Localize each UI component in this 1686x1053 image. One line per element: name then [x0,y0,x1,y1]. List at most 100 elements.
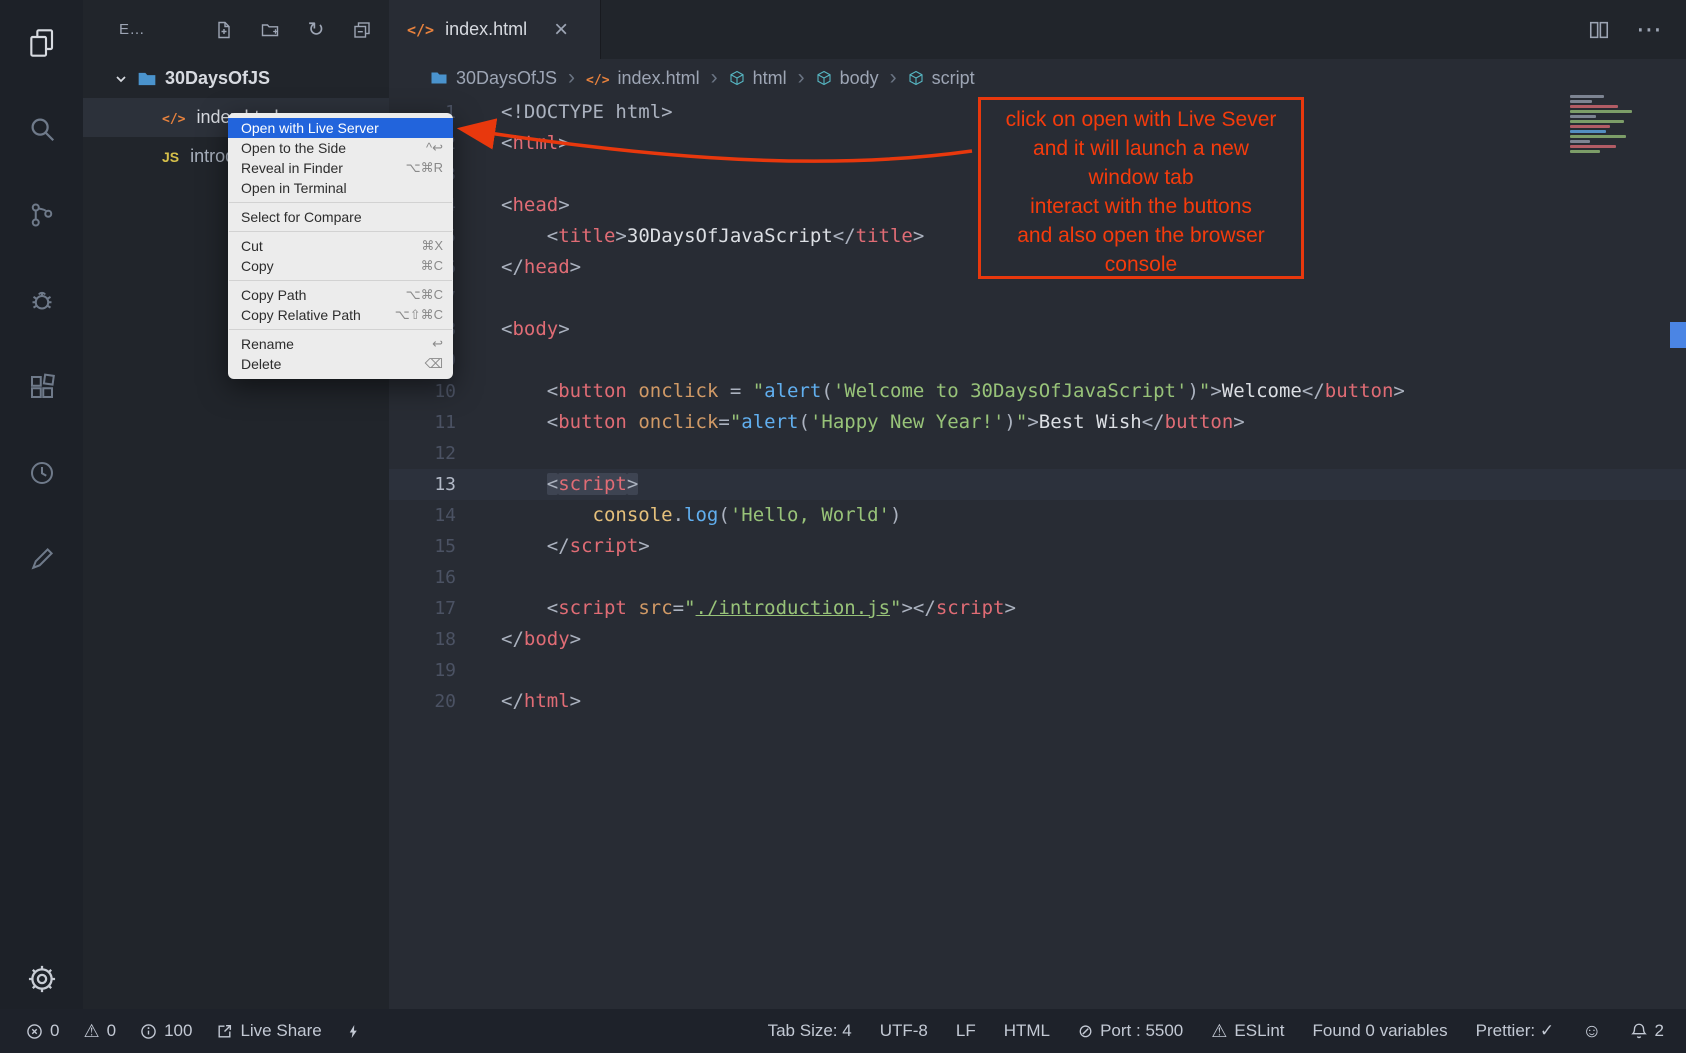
menu-item-open-in-terminal[interactable]: Open in Terminal [228,178,453,198]
breadcrumb-30daysofjs[interactable]: 30DaysOfJS [430,68,557,89]
scrollbar-marker[interactable] [1670,322,1686,348]
line-number: 15 [389,531,456,562]
new-file-icon[interactable] [213,19,235,41]
status-variables-label: Found 0 variables [1313,1021,1448,1041]
menu-item-label: Open to the Side [241,140,414,156]
line-number: 12 [389,438,456,469]
line-number: 13 [389,469,456,500]
new-folder-icon[interactable] [259,19,281,41]
menu-item-reveal-in-finder[interactable]: Reveal in Finder⌥⌘R [228,158,453,178]
cube-icon [908,70,924,86]
activity-explorer[interactable] [18,19,66,67]
activity-search[interactable] [18,105,66,153]
collapse-all-icon[interactable] [351,19,373,41]
code-line-19[interactable]: 19 [389,655,1686,686]
code-text [456,655,501,686]
settings-gear[interactable] [26,963,58,995]
activity-extensions[interactable] [18,363,66,411]
breadcrumb-script[interactable]: script [908,68,975,89]
menu-item-shortcut: ⌥⌘C [406,287,443,303]
refresh-icon[interactable]: ↻ [305,19,327,41]
status-port[interactable]: ⊘Port : 5500 [1078,1021,1183,1041]
code-line-8[interactable]: 8<body> [389,314,1686,345]
code-line-7[interactable]: 7 [389,283,1686,314]
line-number: 18 [389,624,456,655]
breadcrumb-html[interactable]: html [729,68,787,89]
menu-item-select-for-compare[interactable]: Select for Compare [228,207,453,227]
activity-debug[interactable] [18,277,66,325]
breadcrumb-separator: › [568,66,575,90]
status-warnings[interactable]: ⚠0 [83,1021,116,1041]
html-file-icon: </> [407,21,434,39]
activity-clock[interactable] [18,449,66,497]
status-bar-right: Tab Size: 4 UTF-8 LF HTML ⊘Port : 5500 ⚠ESLin… [768,1021,1664,1041]
menu-item-open-to-the-side[interactable]: Open to the Side^↩ [228,138,453,158]
tab-index-html[interactable]: </> index.html × [389,0,601,59]
status-encoding[interactable]: UTF-8 [880,1021,928,1041]
code-line-17[interactable]: 17 <script src="./introduction.js"></scr… [389,593,1686,624]
menu-item-shortcut: ⌫ [425,356,443,372]
menu-item-rename[interactable]: Rename↩ [228,334,453,354]
code-text: <html> [456,128,570,159]
warning-icon: ⚠ [83,1022,99,1040]
breadcrumb-body[interactable]: body [816,68,879,89]
code-text [456,345,501,376]
code-line-9[interactable]: 9 [389,345,1686,376]
status-errors[interactable]: 0 [26,1021,59,1041]
menu-item-cut[interactable]: Cut⌘X [228,236,453,256]
status-live-share[interactable]: Live Share [216,1021,321,1041]
menu-separator [229,202,452,203]
status-prettier[interactable]: Prettier: ✓ [1476,1021,1554,1041]
tab-bar: </> index.html × ⋯ [389,0,1686,59]
line-number: 14 [389,500,456,531]
activity-pen[interactable] [18,535,66,583]
code-line-15[interactable]: 15 </script> [389,531,1686,562]
status-lightning[interactable] [346,1023,361,1040]
menu-item-copy-relative-path[interactable]: Copy Relative Path⌥⇧⌘C [228,305,453,325]
status-variables[interactable]: Found 0 variables [1313,1021,1448,1041]
code-line-13[interactable]: 13 <script> [389,469,1686,500]
status-tab-size[interactable]: Tab Size: 4 [768,1021,852,1041]
menu-separator [229,280,452,281]
code-line-14[interactable]: 14 console.log('Hello, World') [389,500,1686,531]
minimap[interactable] [1570,95,1670,153]
activity-source-control[interactable] [18,191,66,239]
status-eol[interactable]: LF [956,1021,976,1041]
status-info[interactable]: 100 [140,1021,192,1041]
breadcrumb-index-html[interactable]: </>index.html [586,68,700,89]
status-feedback[interactable]: ☺ [1582,1022,1601,1041]
status-notifications[interactable]: 2 [1630,1021,1664,1041]
status-prettier-label: Prettier: ✓ [1476,1021,1554,1041]
tab-close-icon[interactable]: × [554,18,568,42]
code-line-11[interactable]: 11 <button onclick="alert('Happy New Yea… [389,407,1686,438]
breadcrumb-label: 30DaysOfJS [456,68,557,89]
menu-item-delete[interactable]: Delete ⌫ [228,354,453,374]
explorer-title: E… [119,21,145,38]
status-eslint[interactable]: ⚠ESLint [1211,1021,1284,1041]
minimap-line [1570,150,1600,153]
menu-item-copy-path[interactable]: Copy Path ⌥⌘C [228,285,453,305]
folder-icon [430,69,448,87]
status-language-mode[interactable]: HTML [1004,1021,1050,1041]
code-line-20[interactable]: 20</html> [389,686,1686,717]
code-line-12[interactable]: 12 [389,438,1686,469]
menu-item-label: Copy Path [241,287,394,303]
breadcrumb-label: html [753,68,787,89]
split-editor-icon[interactable] [1588,19,1610,41]
status-errors-label: 0 [50,1021,59,1041]
status-tab-size-label: Tab Size: 4 [768,1021,852,1041]
code-line-10[interactable]: 10 <button onclick = "alert('Welcome to … [389,376,1686,407]
code-line-18[interactable]: 18</body> [389,624,1686,655]
menu-item-label: Delete [241,356,413,372]
code-line-16[interactable]: 16 [389,562,1686,593]
tab-bar-spacer [601,0,1588,59]
menu-item-open-with-live-server[interactable]: Open with Live Server [228,118,453,138]
status-bar-left: 0 ⚠0 100 Live Share [26,1021,361,1041]
menu-item-copy[interactable]: Copy⌘C [228,256,453,276]
code-text: </html> [456,686,581,717]
extensions-icon [27,372,57,402]
folder-root-row[interactable]: 30DaysOfJS [83,59,389,98]
explorer-icon [26,27,58,59]
more-actions-icon[interactable]: ⋯ [1636,14,1662,45]
menu-item-label: Copy [241,258,409,274]
